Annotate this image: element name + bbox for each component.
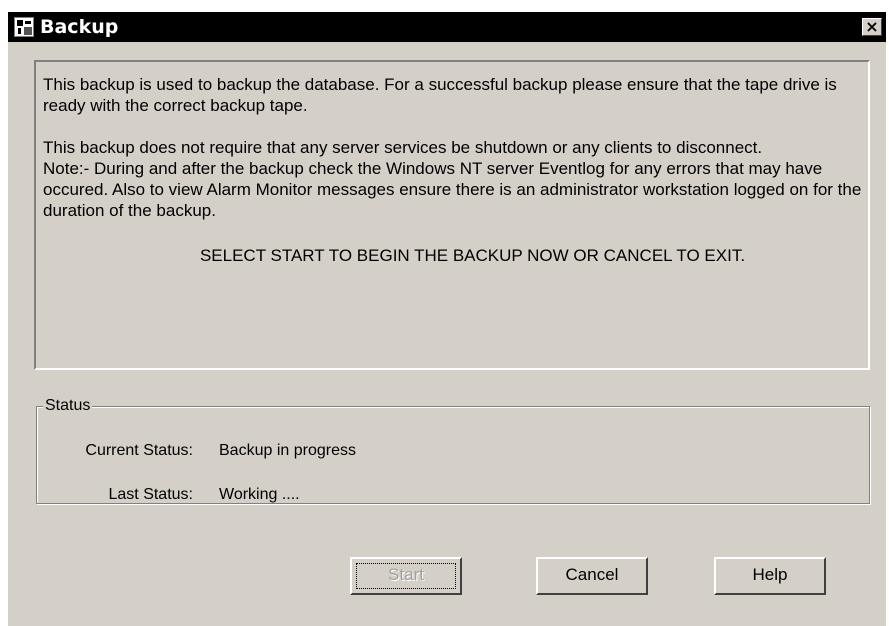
- info-paragraph: This backup does not require that any se…: [43, 138, 763, 157]
- cancel-button[interactable]: Cancel: [536, 557, 648, 595]
- instruction-text: SELECT START TO BEGIN THE BACKUP NOW OR …: [199, 246, 746, 265]
- info-paragraph: This backup is used to backup the databa…: [43, 75, 837, 115]
- current-status-row: Current Status: Backup in progress: [37, 441, 871, 461]
- last-status-value: Working ....: [219, 486, 300, 503]
- last-status-label: Last Status:: [108, 486, 194, 503]
- focus-rectangle: [356, 563, 456, 589]
- current-status-value: Backup in progress: [219, 442, 356, 459]
- close-icon: ×: [865, 17, 879, 36]
- help-button-label: Help: [752, 565, 788, 584]
- info-note: Note:- During and after the backup check…: [43, 159, 862, 220]
- title-bar[interactable]: Backup ×: [8, 12, 886, 42]
- status-group: Status Current Status: Backup in progres…: [36, 396, 871, 505]
- status-legend: Status: [43, 396, 93, 416]
- current-status-label: Current Status:: [85, 442, 193, 459]
- help-button[interactable]: Help: [714, 557, 826, 595]
- backup-dialog: Backup × This backup is used to backup t…: [8, 12, 886, 626]
- info-text-box: This backup is used to backup the databa…: [34, 60, 870, 370]
- backup-app-icon: [14, 17, 34, 37]
- start-button[interactable]: Start: [350, 557, 462, 595]
- close-button[interactable]: ×: [862, 18, 882, 36]
- cancel-button-label: Cancel: [565, 565, 619, 584]
- window-title: Backup: [40, 16, 119, 38]
- last-status-row: Last Status: Working ....: [37, 485, 871, 505]
